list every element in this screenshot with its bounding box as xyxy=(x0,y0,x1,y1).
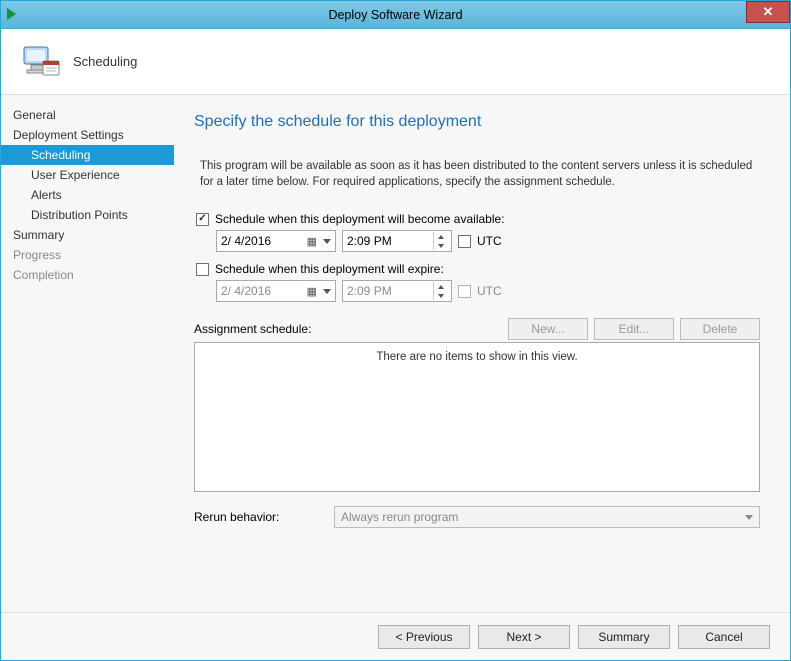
page-title: Specify the schedule for this deployment xyxy=(194,113,760,131)
footer: < Previous Next > Summary Cancel xyxy=(1,612,790,660)
expire-time-input[interactable]: 2:09 PM xyxy=(342,280,452,302)
sidebar-item-alerts[interactable]: Alerts xyxy=(1,185,174,205)
expire-date-value: 2/ 4/2016 xyxy=(221,284,271,298)
chevron-down-icon xyxy=(323,289,331,294)
rerun-combobox[interactable]: Always rerun program xyxy=(334,506,760,528)
arrow-icon xyxy=(7,8,16,20)
titlebar: Deploy Software Wizard ✕ xyxy=(1,1,790,29)
cancel-button[interactable]: Cancel xyxy=(678,625,770,649)
header: Scheduling xyxy=(1,29,790,95)
available-date-input[interactable]: 2/ 4/2016 ▦ xyxy=(216,230,336,252)
available-label: Schedule when this deployment will becom… xyxy=(215,212,505,226)
rerun-row: Rerun behavior: Always rerun program xyxy=(194,506,760,528)
scheduling-icon xyxy=(19,41,61,83)
chevron-down-icon xyxy=(323,239,331,244)
sidebar-item-deployment-settings[interactable]: Deployment Settings xyxy=(1,125,174,145)
next-button[interactable]: Next > xyxy=(478,625,570,649)
assignment-row: Assignment schedule: New... Edit... Dele… xyxy=(194,318,760,340)
calendar-icon: ▦ xyxy=(307,285,317,298)
sidebar: General Deployment Settings Scheduling U… xyxy=(1,95,174,612)
sidebar-item-completion[interactable]: Completion xyxy=(1,265,174,285)
expire-utc-label: UTC xyxy=(477,284,502,298)
summary-button[interactable]: Summary xyxy=(578,625,670,649)
available-time-value: 2:09 PM xyxy=(347,234,392,248)
available-checkbox[interactable] xyxy=(196,213,209,226)
sidebar-item-scheduling[interactable]: Scheduling xyxy=(1,145,174,165)
spinner-down-icon[interactable] xyxy=(434,241,447,250)
main-panel: Specify the schedule for this deployment… xyxy=(174,95,790,612)
sidebar-item-user-experience[interactable]: User Experience xyxy=(1,165,174,185)
chevron-down-icon xyxy=(745,515,753,520)
body: General Deployment Settings Scheduling U… xyxy=(1,95,790,612)
spinner-down-icon[interactable] xyxy=(434,291,447,300)
assignment-listbox[interactable]: There are no items to show in this view. xyxy=(194,342,760,492)
calendar-icon: ▦ xyxy=(307,235,317,248)
sidebar-item-summary[interactable]: Summary xyxy=(1,225,174,245)
previous-button[interactable]: < Previous xyxy=(378,625,470,649)
sidebar-item-distribution-points[interactable]: Distribution Points xyxy=(1,205,174,225)
expire-row: Schedule when this deployment will expir… xyxy=(196,262,760,276)
edit-button[interactable]: Edit... xyxy=(594,318,674,340)
wizard-window: Deploy Software Wizard ✕ Scheduling Gene… xyxy=(0,0,791,661)
expire-label: Schedule when this deployment will expir… xyxy=(215,262,444,276)
empty-list-text: There are no items to show in this view. xyxy=(376,351,577,363)
available-date-value: 2/ 4/2016 xyxy=(221,234,271,248)
expire-checkbox[interactable] xyxy=(196,263,209,276)
available-row: Schedule when this deployment will becom… xyxy=(196,212,760,226)
expire-utc-checkbox xyxy=(458,285,471,298)
close-icon: ✕ xyxy=(763,4,774,20)
sidebar-item-general[interactable]: General xyxy=(1,105,174,125)
spinner-up-icon[interactable] xyxy=(434,232,447,241)
sidebar-item-progress[interactable]: Progress xyxy=(1,245,174,265)
expire-inputs: 2/ 4/2016 ▦ 2:09 PM UTC xyxy=(216,280,760,302)
available-time-input[interactable]: 2:09 PM xyxy=(342,230,452,252)
description-text: This program will be available as soon a… xyxy=(200,159,760,190)
close-button[interactable]: ✕ xyxy=(746,1,790,23)
expire-time-value: 2:09 PM xyxy=(347,284,392,298)
assignment-label: Assignment schedule: xyxy=(194,322,502,336)
time-spinner[interactable] xyxy=(433,282,447,300)
window-title: Deploy Software Wizard xyxy=(328,8,462,22)
available-inputs: 2/ 4/2016 ▦ 2:09 PM UTC xyxy=(216,230,760,252)
available-utc-label: UTC xyxy=(477,234,502,248)
header-title: Scheduling xyxy=(73,54,137,69)
new-button[interactable]: New... xyxy=(508,318,588,340)
time-spinner[interactable] xyxy=(433,232,447,250)
rerun-label: Rerun behavior: xyxy=(194,510,334,524)
rerun-value: Always rerun program xyxy=(341,510,458,524)
available-utc-checkbox[interactable] xyxy=(458,235,471,248)
expire-date-input[interactable]: 2/ 4/2016 ▦ xyxy=(216,280,336,302)
delete-button[interactable]: Delete xyxy=(680,318,760,340)
spinner-up-icon[interactable] xyxy=(434,282,447,291)
